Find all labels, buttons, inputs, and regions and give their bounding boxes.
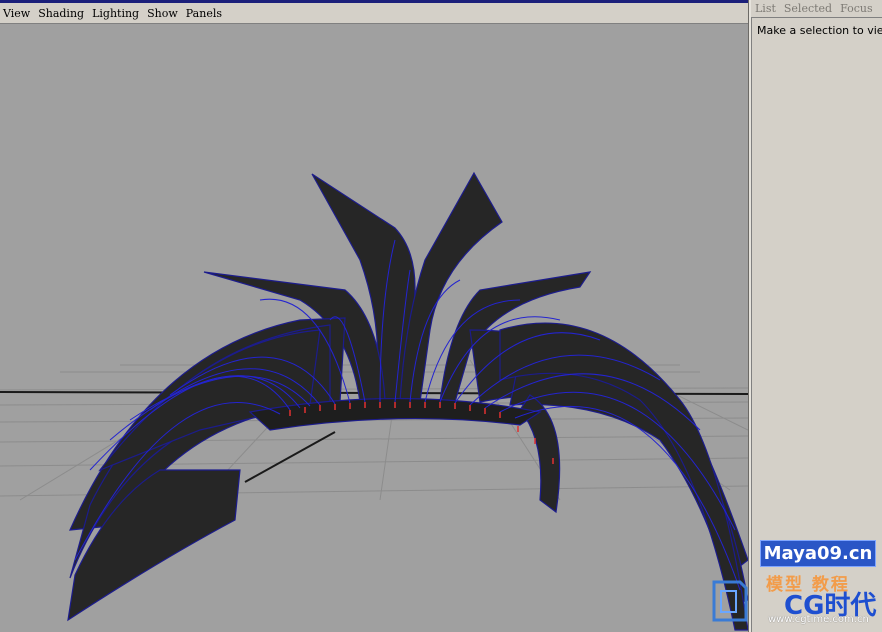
watermark-site-badge: Maya09.cn xyxy=(760,540,876,567)
attribute-editor-menubar: List Selected Focus xyxy=(751,0,882,16)
menu-shading[interactable]: Shading xyxy=(35,7,89,20)
attribute-editor-panel: List Selected Focus Make a selection to … xyxy=(751,0,882,632)
menu-show[interactable]: Show xyxy=(144,7,183,20)
menu-selected[interactable]: Selected xyxy=(780,2,836,15)
menu-panels[interactable]: Panels xyxy=(183,7,227,20)
viewport-scene[interactable] xyxy=(0,24,748,632)
menu-view[interactable]: View xyxy=(0,7,35,20)
menu-list[interactable]: List xyxy=(751,2,780,15)
empty-selection-message: Make a selection to view attributes xyxy=(757,24,882,37)
hair-cards[interactable] xyxy=(67,171,748,631)
viewport-menubar: View Shading Lighting Show Panels xyxy=(0,3,748,24)
watermark-logo-icon xyxy=(712,580,748,622)
watermark-url: www.cgtime.com.cn xyxy=(768,614,869,625)
menu-lighting[interactable]: Lighting xyxy=(89,7,144,20)
viewport-panel[interactable]: View Shading Lighting Show Panels xyxy=(0,0,748,632)
menu-focus[interactable]: Focus xyxy=(836,2,877,15)
